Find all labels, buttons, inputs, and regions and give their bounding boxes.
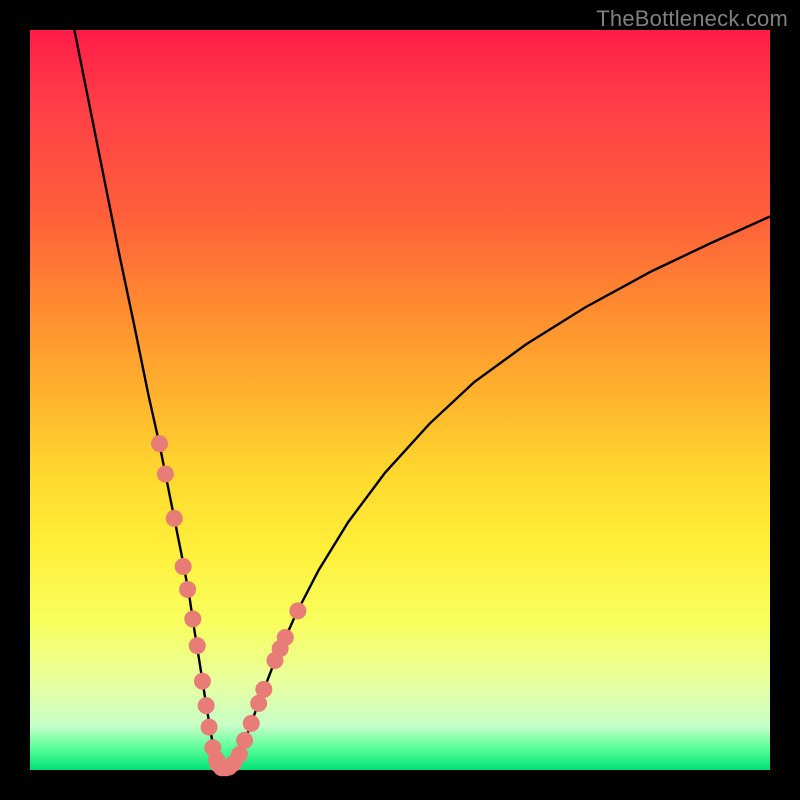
data-point — [166, 510, 183, 527]
data-point — [184, 611, 201, 628]
curve-layer — [30, 30, 770, 770]
chart-stage: TheBottleneck.com — [0, 0, 800, 800]
watermark-text: TheBottleneck.com — [596, 6, 788, 32]
plot-area — [30, 30, 770, 770]
data-point — [198, 697, 215, 714]
bottleneck-curve — [74, 30, 770, 768]
data-point — [175, 558, 192, 575]
data-point — [179, 581, 196, 598]
data-point — [255, 681, 272, 698]
data-point — [194, 673, 211, 690]
data-point — [289, 602, 306, 619]
data-point — [189, 637, 206, 654]
data-point — [201, 719, 218, 736]
data-point — [151, 435, 168, 452]
marker-group — [151, 435, 306, 776]
data-point — [236, 732, 253, 749]
data-point — [277, 629, 294, 646]
data-point — [218, 759, 235, 776]
data-point — [243, 715, 260, 732]
data-point — [157, 466, 174, 483]
